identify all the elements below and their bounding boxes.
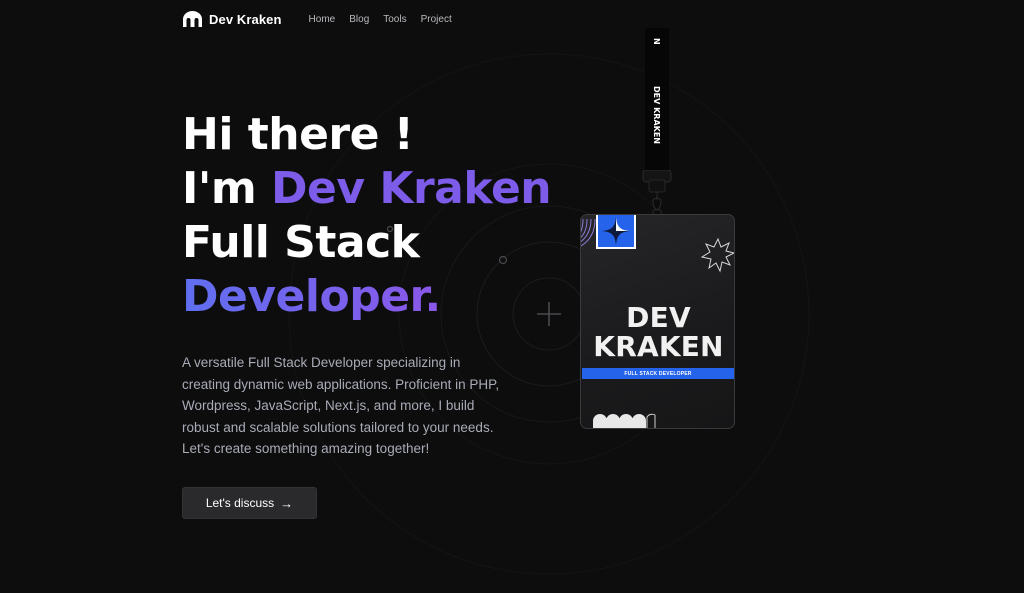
arrow-right-icon: → bbox=[280, 495, 294, 511]
hero-intro-prefix: I'm bbox=[182, 163, 272, 214]
lanyard-strap-text: N DEV KRAKEN bbox=[652, 38, 661, 144]
brand-name: Dev Kraken bbox=[209, 11, 282, 27]
hero-role-highlight: Developer. bbox=[182, 271, 441, 322]
hero-description: A versatile Full Stack Developer special… bbox=[182, 355, 500, 457]
lets-discuss-button[interactable]: Let's discuss → bbox=[182, 487, 317, 519]
sparkle-star-icon bbox=[602, 217, 630, 245]
badge-arch-pattern bbox=[593, 413, 656, 428]
kraken-arch-icon bbox=[183, 11, 202, 27]
id-badge-card[interactable]: DEV KRAKEN FULL STACK DEVELOPER bbox=[580, 214, 735, 429]
nav-link-blog[interactable]: Blog bbox=[349, 14, 369, 25]
starburst-icon bbox=[700, 237, 734, 273]
hero-line-role-1: Full Stack bbox=[182, 217, 420, 268]
nav-link-tools[interactable]: Tools bbox=[383, 14, 406, 25]
brand[interactable]: Dev Kraken bbox=[182, 11, 282, 27]
badge-subtitle-stripe: FULL STACK DEVELOPER bbox=[582, 368, 734, 379]
nav-link-project[interactable]: Project bbox=[421, 14, 452, 25]
strap-brand-text: DEV KRAKEN bbox=[652, 86, 661, 144]
strap-mark: N bbox=[652, 38, 661, 45]
hero-line-intro: I'm Dev Kraken bbox=[182, 162, 552, 216]
nav-links: Home Blog Tools Project bbox=[309, 14, 466, 25]
top-nav: Dev Kraken Home Blog Tools Project bbox=[182, 0, 466, 38]
hero-line-greeting: Hi there ! bbox=[182, 109, 414, 160]
page: Dev Kraken Home Blog Tools Project Hi th… bbox=[0, 0, 1024, 593]
cta-label: Let's discuss bbox=[205, 496, 275, 510]
hero-heading: Hi there ! I'm Dev Kraken Full Stack Dev… bbox=[182, 108, 552, 324]
badge-title-line2: KRAKEN bbox=[593, 330, 724, 363]
card-logo-tile bbox=[596, 215, 636, 249]
hero-line-role-2: Developer. bbox=[182, 270, 551, 324]
nav-link-home[interactable]: Home bbox=[309, 14, 336, 25]
badge-title-line1: DEV bbox=[626, 301, 691, 334]
badge-subtitle: FULL STACK DEVELOPER bbox=[624, 370, 692, 377]
hero-name: Dev Kraken bbox=[271, 163, 552, 214]
